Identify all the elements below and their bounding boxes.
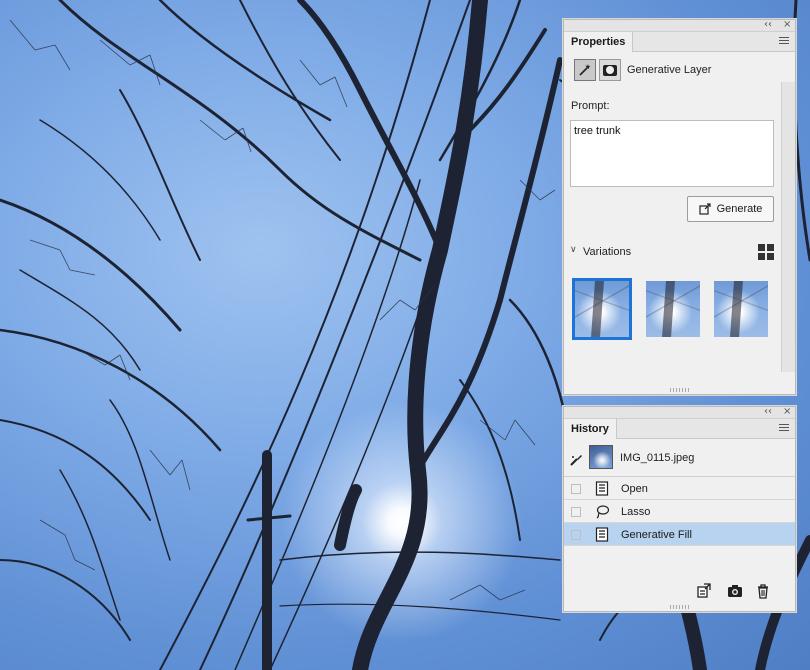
panel-menu-icon[interactable] — [779, 37, 789, 46]
history-tab-row: History — [564, 419, 795, 439]
variations-label: Variations — [583, 246, 632, 258]
close-panel-icon[interactable]: × — [783, 19, 791, 31]
grid-view-icon[interactable] — [758, 244, 774, 260]
magic-wand-icon — [579, 64, 591, 76]
history-item-selected[interactable]: Generative Fill — [564, 523, 795, 546]
history-panel: ‹‹ × History IMG_0115.jpeg Open Lasso Ge… — [563, 406, 796, 612]
variations-header[interactable]: ∨ Variations — [570, 242, 774, 262]
snapshot-thumbnail — [589, 445, 613, 469]
resize-grip[interactable] — [669, 388, 690, 392]
history-footer — [564, 581, 795, 601]
document-icon — [595, 527, 609, 542]
camera-icon[interactable] — [727, 583, 743, 599]
history-item[interactable]: Open — [564, 477, 795, 500]
new-document-from-state-icon[interactable] — [695, 583, 711, 599]
layer-name: Generative Layer — [627, 64, 712, 76]
history-source-checkbox[interactable] — [571, 530, 581, 540]
tab-history[interactable]: History — [564, 419, 617, 439]
collapse-panel-icon[interactable]: ‹‹ — [764, 19, 772, 31]
generate-icon — [698, 203, 711, 215]
document-icon — [595, 481, 609, 496]
properties-panel: ‹‹ × Properties Generative Layer Prompt:… — [563, 19, 796, 395]
panel-menu-icon[interactable] — [779, 424, 789, 433]
properties-tab-row: Properties — [564, 32, 795, 52]
variation-thumbnail-3[interactable] — [714, 281, 768, 337]
generate-button-label: Generate — [716, 203, 763, 215]
trash-icon[interactable] — [755, 583, 771, 599]
history-snapshot[interactable]: IMG_0115.jpeg — [564, 439, 795, 477]
panel-title-bar[interactable]: ‹‹ × — [564, 19, 795, 32]
close-panel-icon[interactable]: × — [783, 406, 791, 418]
properties-body: Prompt: tree trunk Generate ∨ Variations — [564, 82, 795, 372]
resize-grip[interactable] — [669, 605, 690, 609]
mask-icon — [603, 64, 617, 76]
variation-thumbnail-1[interactable] — [572, 278, 632, 340]
mask-mode-button[interactable] — [599, 59, 621, 81]
chevron-down-icon[interactable]: ∨ — [570, 245, 577, 255]
history-item-label: Lasso — [621, 506, 651, 518]
panel-title-bar[interactable]: ‹‹ × — [564, 406, 795, 419]
snapshot-name: IMG_0115.jpeg — [620, 452, 695, 464]
history-brush-icon[interactable] — [569, 453, 583, 467]
history-source-checkbox[interactable] — [571, 484, 581, 494]
history-source-checkbox[interactable] — [571, 507, 581, 517]
variation-thumbnail-2[interactable] — [646, 281, 700, 337]
generate-button[interactable]: Generate — [687, 196, 774, 222]
layer-row: Generative Layer — [564, 52, 795, 82]
history-item-label: Generative Fill — [621, 529, 692, 541]
history-item-label: Open — [621, 483, 648, 495]
generative-layer-icon[interactable] — [574, 59, 596, 81]
prompt-input[interactable]: tree trunk — [570, 120, 774, 187]
variation-thumbnails — [572, 278, 772, 340]
tab-properties[interactable]: Properties — [564, 32, 634, 52]
properties-scrollbar[interactable] — [781, 82, 795, 372]
lasso-icon — [596, 505, 609, 519]
history-item[interactable]: Lasso — [564, 500, 795, 523]
prompt-label: Prompt: — [571, 100, 610, 112]
collapse-panel-icon[interactable]: ‹‹ — [764, 406, 772, 418]
